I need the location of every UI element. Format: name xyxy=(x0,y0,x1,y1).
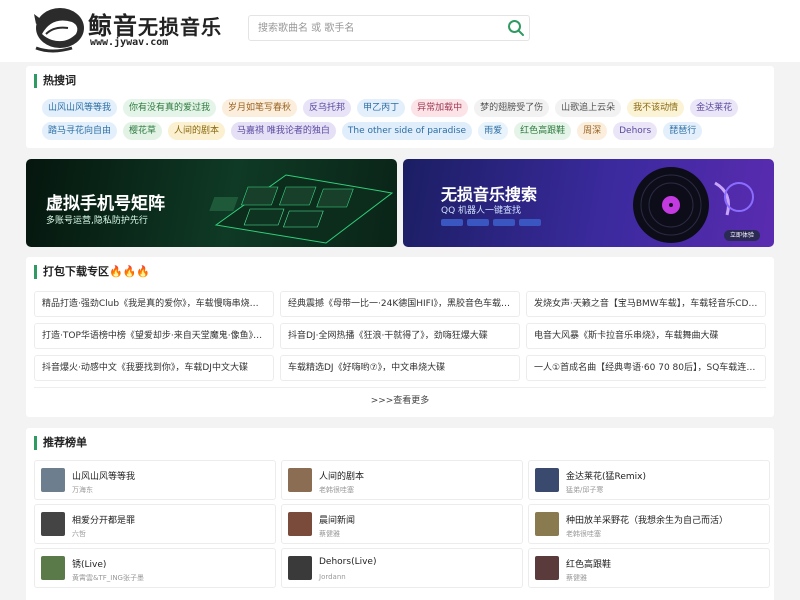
banner-right-title: 无损音乐搜索 xyxy=(441,185,538,204)
pack-item[interactable]: 一人①首成名曲【经典粤语·60 70 80后】，SQ车载连版大碟 xyxy=(526,355,766,381)
hot-tag[interactable]: 樱花草 xyxy=(123,122,163,140)
song-artist: 老韩很哇塞 xyxy=(319,486,354,494)
dashboard-screens-graphic xyxy=(209,174,394,244)
song-artist: 蔡健雅 xyxy=(319,530,340,538)
hot-tag[interactable]: 人间的剧本 xyxy=(168,122,226,140)
song-artist: 猛弟/邱子寒 xyxy=(566,486,604,494)
hot-tag[interactable]: 你有没有真的爱过我 xyxy=(123,99,217,117)
song-artist: 万海东 xyxy=(72,486,93,494)
hot-search-title: 热搜词 xyxy=(34,74,76,88)
song-cover-image xyxy=(288,556,312,580)
hot-tag[interactable]: 我不该动情 xyxy=(627,99,685,117)
hot-tag[interactable]: 反乌托邦 xyxy=(303,99,352,117)
song-cover-image xyxy=(288,512,312,536)
song-artist: 蔡健雅 xyxy=(566,574,587,582)
song-artist: 六哲 xyxy=(72,530,86,538)
pack-item[interactable]: 车载精选DJ《好嗨哟⑦》，中文串烧大碟 xyxy=(280,355,520,381)
recommend-list: 山风山风等等我 万海东 人间的剧本 老韩很哇塞 金达莱花(猛Remix) 猛弟/邱子寒 相爱… xyxy=(34,460,774,588)
pack-download-section: 打包下载专区🔥🔥🔥 精品打造·强劲Club《我是真的爱你》，车载慢嗨串烧舞曲 经典… xyxy=(26,257,774,417)
song-item[interactable]: 红色高跟鞋 蔡健雅 xyxy=(528,548,770,588)
search-box xyxy=(248,15,530,41)
song-artist: Jordann xyxy=(319,573,346,581)
song-title: 锈(Live) xyxy=(72,560,107,570)
song-cover-image xyxy=(41,556,65,580)
pack-item[interactable]: 经典震撼《母带一比一·24K德国HIFI》，黑胶音色车载大碟 xyxy=(280,291,520,317)
song-title: 相爱分开都是罪 xyxy=(72,516,136,526)
banner-left-subtitle: 多账号运营,隐私防护先行 xyxy=(46,216,148,226)
search-input[interactable] xyxy=(249,16,499,40)
song-cover-image xyxy=(288,468,312,492)
song-item[interactable]: 锈(Live) 黄霄雲&TF_ING张子墨 xyxy=(34,548,276,588)
hot-tags-row-1: 山风山风等等我 你有没有真的爱过我 岁月如笔写春秋 反乌托邦 甲乙丙丁 异常加载中 梦的翅膀… xyxy=(42,99,766,117)
song-title: 种田放羊采野花（我想余生为自己而活） xyxy=(566,516,729,526)
song-artist: 黄霄雲&TF_ING张子墨 xyxy=(72,574,144,582)
song-item[interactable]: Dehors(Live) Jordann xyxy=(281,548,523,588)
hot-tag[interactable]: 岁月如笔写春秋 xyxy=(222,99,298,117)
banner-left-title: 虚拟手机号矩阵 xyxy=(46,194,165,214)
song-cover-image xyxy=(535,556,559,580)
pack-item[interactable]: 精品打造·强劲Club《我是真的爱你》，车载慢嗨串烧舞曲 xyxy=(34,291,274,317)
view-more-link[interactable]: >>>查看更多 xyxy=(26,393,774,406)
song-item[interactable]: 山风山风等等我 万海东 xyxy=(34,460,276,500)
recommend-title: 推荐榜单 xyxy=(34,436,87,450)
pack-item[interactable]: 抖音DJ·全网热播《狂浪·干就得了》，劲嗨狂爆大碟 xyxy=(280,323,520,349)
banner-right-chips xyxy=(441,219,541,226)
song-item[interactable]: 种田放羊采野花（我想余生为自己而活） 老韩很哇塞 xyxy=(528,504,770,544)
song-item[interactable]: 相爱分开都是罪 六哲 xyxy=(34,504,276,544)
song-cover-image xyxy=(41,468,65,492)
hot-tag[interactable]: 周深 xyxy=(577,122,608,140)
song-title: 晨间新闻 xyxy=(319,516,356,526)
hot-tag[interactable]: 雨爱 xyxy=(478,122,509,140)
logo-text-main: 鲸音 xyxy=(88,12,138,40)
logo-text: 鲸音无损音乐 xyxy=(88,6,222,41)
banner-cta-button[interactable]: 立即体验 xyxy=(723,230,760,241)
hot-tag[interactable]: The other side of paradise xyxy=(341,122,473,140)
song-artist: 老韩很哇塞 xyxy=(566,530,601,538)
pack-item[interactable]: 发烧女声·天籁之音【宝马BMW车载】，车载轻音乐CD大碟 xyxy=(526,291,766,317)
hot-tag[interactable]: 山风山风等等我 xyxy=(42,99,118,117)
hot-tag[interactable]: 琵琶行 xyxy=(663,122,703,140)
song-title: 山风山风等等我 xyxy=(72,472,136,482)
song-cover-image xyxy=(535,468,559,492)
song-item[interactable]: 金达莱花(猛Remix) 猛弟/邱子寒 xyxy=(528,460,770,500)
song-cover-image xyxy=(41,512,65,536)
pack-download-list: 精品打造·强劲Club《我是真的爱你》，车载慢嗨串烧舞曲 经典震撼《母带一比一·2… xyxy=(34,291,766,381)
hot-tag[interactable]: Dehors xyxy=(613,122,658,140)
hot-tag[interactable]: 金达莱花 xyxy=(690,99,739,117)
recommend-section: 推荐榜单 山风山风等等我 万海东 人间的剧本 老韩很哇塞 金达莱花(猛Remix) 猛弟/… xyxy=(26,428,774,600)
banner-virtual-phone[interactable]: 虚拟手机号矩阵 多账号运营,隐私防护先行 xyxy=(26,159,397,247)
divider xyxy=(34,387,766,388)
song-item[interactable]: 人间的剧本老韩很哇塞 xyxy=(281,460,523,500)
hot-tag[interactable]: 踏马寻花向自由 xyxy=(42,122,118,140)
song-cover-image xyxy=(535,512,559,536)
pack-download-title: 打包下载专区🔥🔥🔥 xyxy=(34,265,150,279)
search-icon[interactable] xyxy=(507,19,525,37)
logo-text-sub: 无损音乐 xyxy=(138,15,222,39)
pack-item[interactable]: 抖音爆火·动感中文《我要找到你》，车载DJ中文大碟 xyxy=(34,355,274,381)
song-title: Dehors(Live) xyxy=(319,557,377,567)
banner-lossless-search[interactable]: 无损音乐搜索 QQ 机器人一键查找 立即体验 xyxy=(403,159,774,247)
hot-tag[interactable]: 甲乙丙丁 xyxy=(357,99,406,117)
hot-tag[interactable]: 马嘉祺 唯我论者的独白 xyxy=(231,122,336,140)
hot-tags: 山风山风等等我 你有没有真的爱过我 岁月如笔写春秋 反乌托邦 甲乙丙丁 异常加载中 梦的翅膀… xyxy=(42,99,766,145)
song-title: 金达莱花(猛Remix) xyxy=(566,472,647,482)
banner-right-subtitle: QQ 机器人一键查找 xyxy=(441,206,522,216)
whale-logo-icon xyxy=(34,8,84,53)
hot-tag[interactable]: 异常加载中 xyxy=(411,99,469,117)
hot-tags-row-2: 踏马寻花向自由 樱花草 人间的剧本 马嘉祺 唯我论者的独白 The other side… xyxy=(42,122,766,140)
song-title: 人间的剧本 xyxy=(319,472,365,482)
pack-item[interactable]: 电音大风暴《斯卡拉音乐串烧》，车载舞曲大碟 xyxy=(526,323,766,349)
hot-search-section: 热搜词 山风山风等等我 你有没有真的爱过我 岁月如笔写春秋 反乌托邦 甲乙丙丁 异常加载中… xyxy=(26,66,774,148)
hot-tag[interactable]: 山歌追上云朵 xyxy=(555,99,622,117)
song-title: 红色高跟鞋 xyxy=(566,560,612,570)
song-item[interactable]: 晨间新闻 蔡健雅 xyxy=(281,504,523,544)
pack-item[interactable]: 打造·TOP华语榜中榜《望爱却步·来自天堂魔鬼·像鱼》，车载流行大碟 xyxy=(34,323,274,349)
site-header: 鲸音无损音乐 www.jywav.com xyxy=(0,0,800,62)
site-logo[interactable]: 鲸音无损音乐 www.jywav.com xyxy=(32,4,221,54)
hot-tag[interactable]: 梦的翅膀受了伤 xyxy=(474,99,550,117)
hot-tag[interactable]: 红色高跟鞋 xyxy=(514,122,572,140)
logo-url: www.jywav.com xyxy=(90,37,169,48)
